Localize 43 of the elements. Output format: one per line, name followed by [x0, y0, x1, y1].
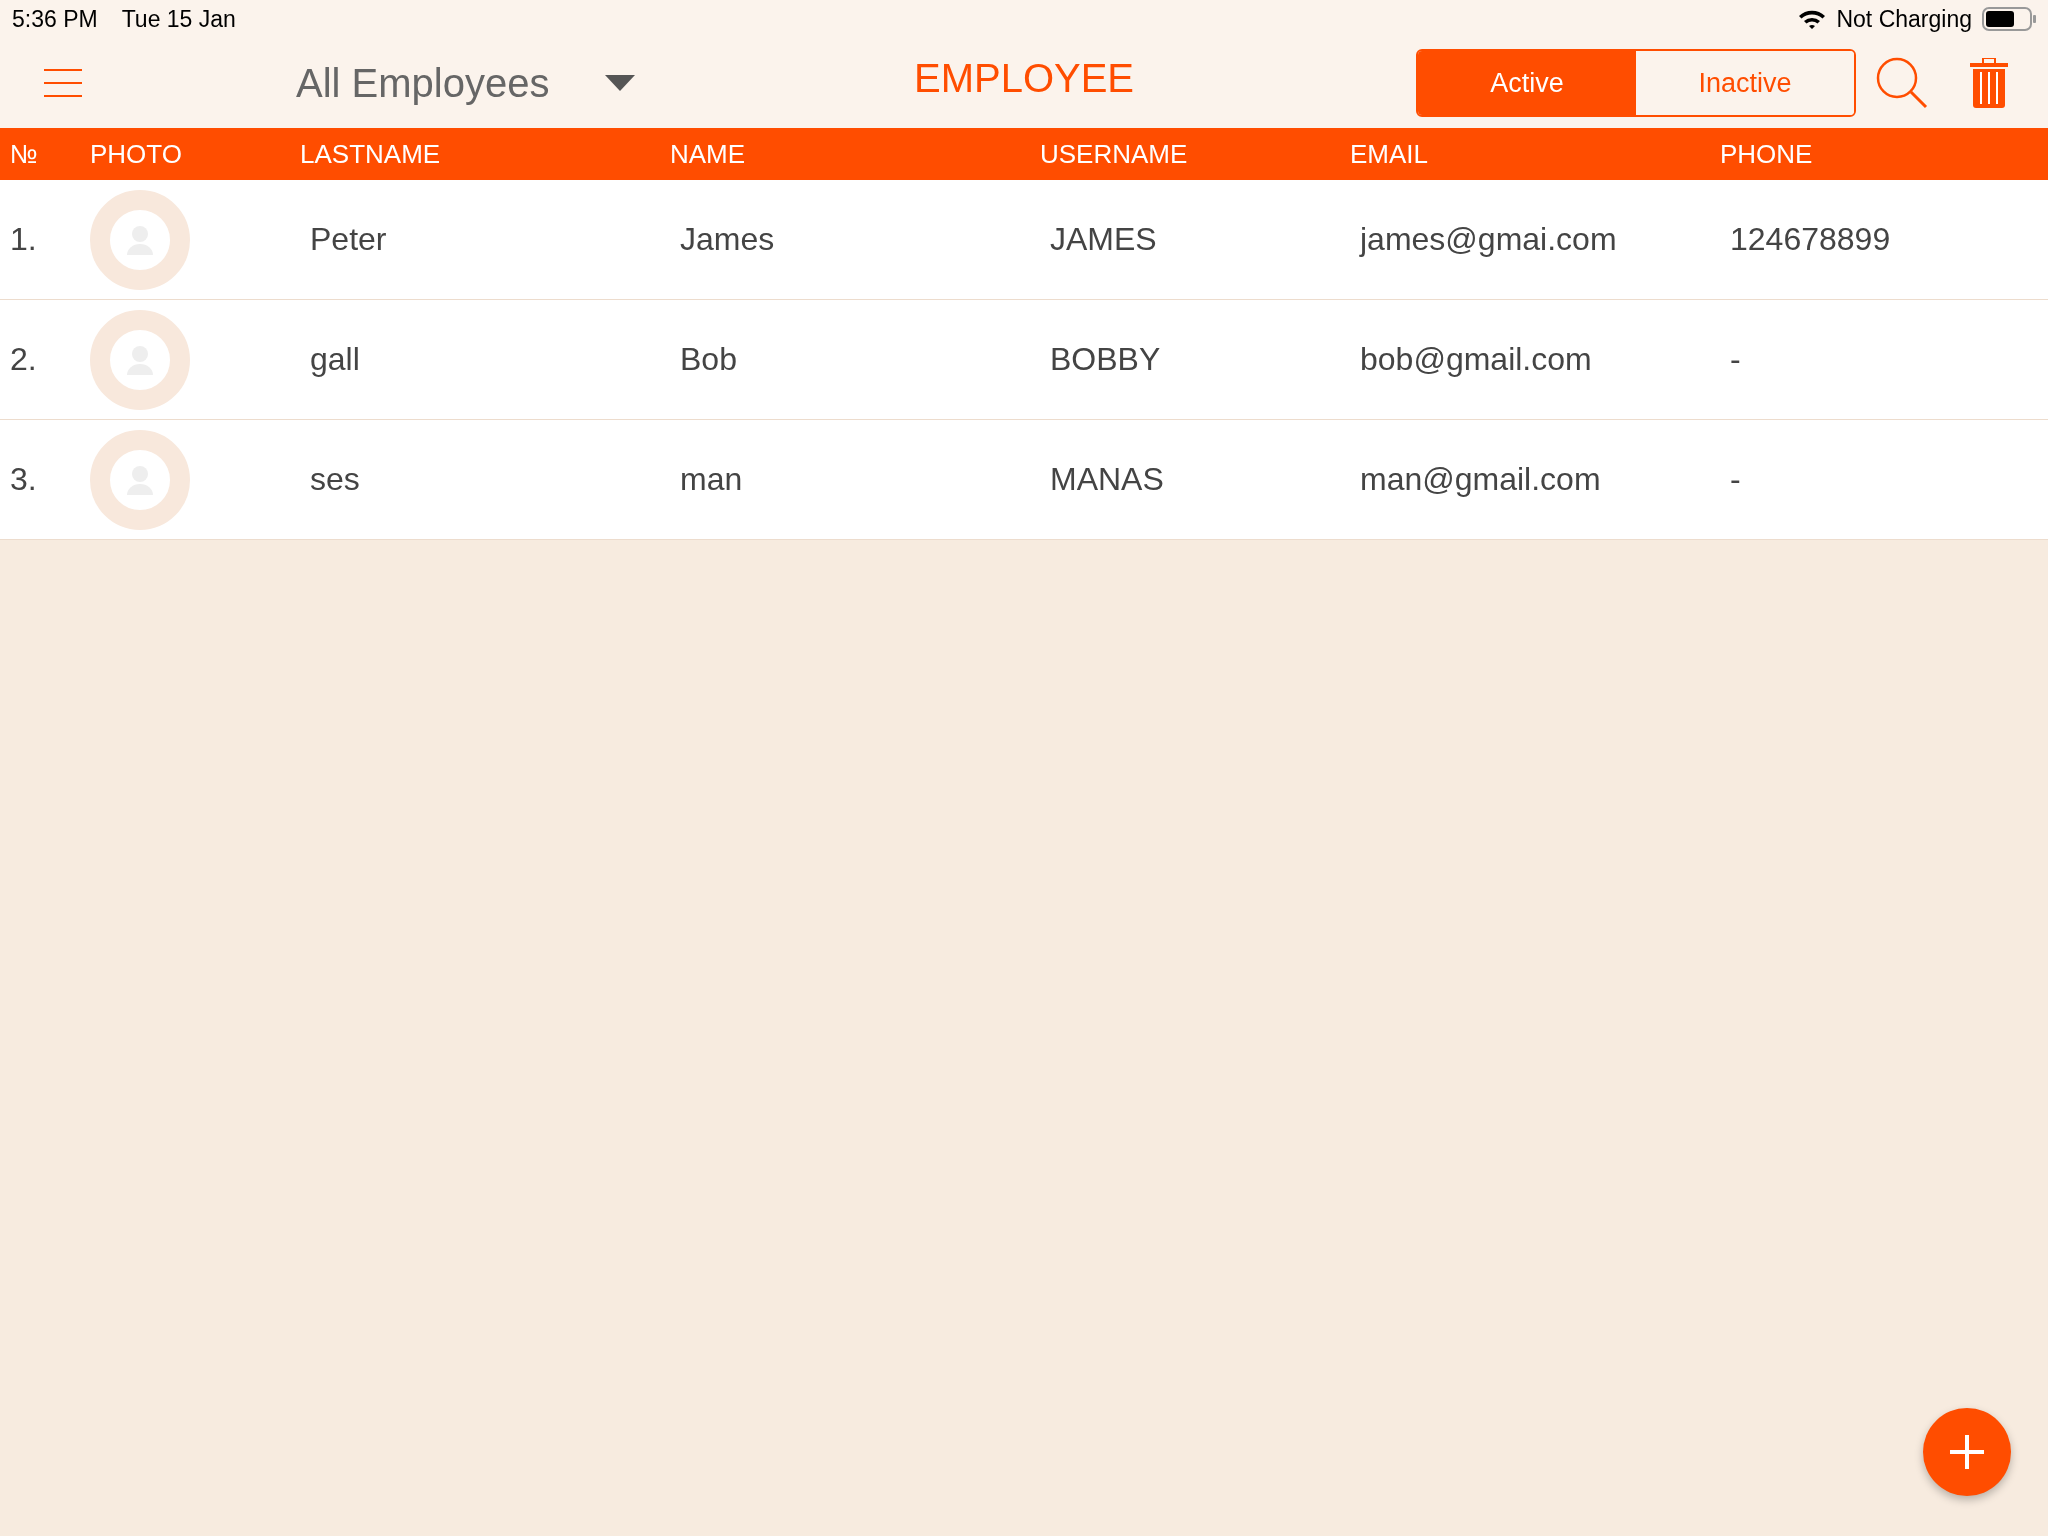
plus-icon — [1950, 1435, 1984, 1469]
search-icon — [1876, 57, 1928, 109]
battery-label: Not Charging — [1836, 5, 1972, 33]
table-cell-text: james@gmai.com — [1358, 221, 1618, 258]
wifi-icon — [1798, 9, 1827, 29]
table-cell-text: BOBBY — [1049, 341, 1162, 378]
table-cell-text: - — [1729, 461, 1742, 498]
table-cell-text: MANAS — [1049, 461, 1165, 498]
table-cell-text: gall — [309, 341, 361, 378]
row-number: 2. — [9, 341, 38, 378]
menu-button[interactable] — [44, 69, 82, 97]
row-number: 3. — [9, 461, 38, 498]
delete-button[interactable] — [1970, 58, 2008, 108]
add-button[interactable] — [1923, 1408, 2011, 1496]
row-number: 1. — [9, 221, 38, 258]
column-header: NAME — [669, 138, 747, 170]
column-header: EMAIL — [1349, 138, 1430, 170]
table-cell-text: bob@gmail.com — [1359, 341, 1593, 378]
battery-icon — [1982, 7, 2036, 31]
table-cell-text: Bob — [679, 341, 738, 378]
status-time: 5:36 PM — [12, 5, 98, 33]
employee-filter-dropdown[interactable]: All Employees — [296, 60, 636, 106]
column-header: USERNAME — [1039, 138, 1189, 170]
employee-row[interactable]: 3. ses man MANAS man@gmail.com - — [0, 420, 2048, 540]
column-header: PHOTO — [89, 138, 183, 170]
table-cell-text: man@gmail.com — [1359, 461, 1602, 498]
caret-icon — [605, 75, 636, 91]
table-cell-text: 124678899 — [1729, 221, 1892, 258]
table-cell-text: man — [679, 461, 744, 498]
employee-row[interactable]: 1. Peter James JAMES james@gmai.com 124678899 — [0, 180, 2048, 300]
status-date: Tue 15 Jan — [121, 5, 236, 33]
page-title: EMPLOYEE — [913, 56, 1135, 101]
column-header: LASTNAME — [299, 138, 442, 170]
trash-icon — [1970, 58, 2008, 108]
table-cell-text: Peter — [309, 221, 388, 258]
column-header: № — [9, 138, 39, 170]
table-cell-text: - — [1729, 341, 1742, 378]
table-cell-text: JAMES — [1049, 221, 1158, 258]
search-button[interactable] — [1876, 57, 1928, 109]
column-header: PHONE — [1719, 138, 1814, 170]
table-cell-text: James — [679, 221, 776, 258]
employee-row[interactable]: 2. gall Bob BOBBY bob@gmail.com - — [0, 300, 2048, 420]
table-cell-text: ses — [309, 461, 361, 498]
